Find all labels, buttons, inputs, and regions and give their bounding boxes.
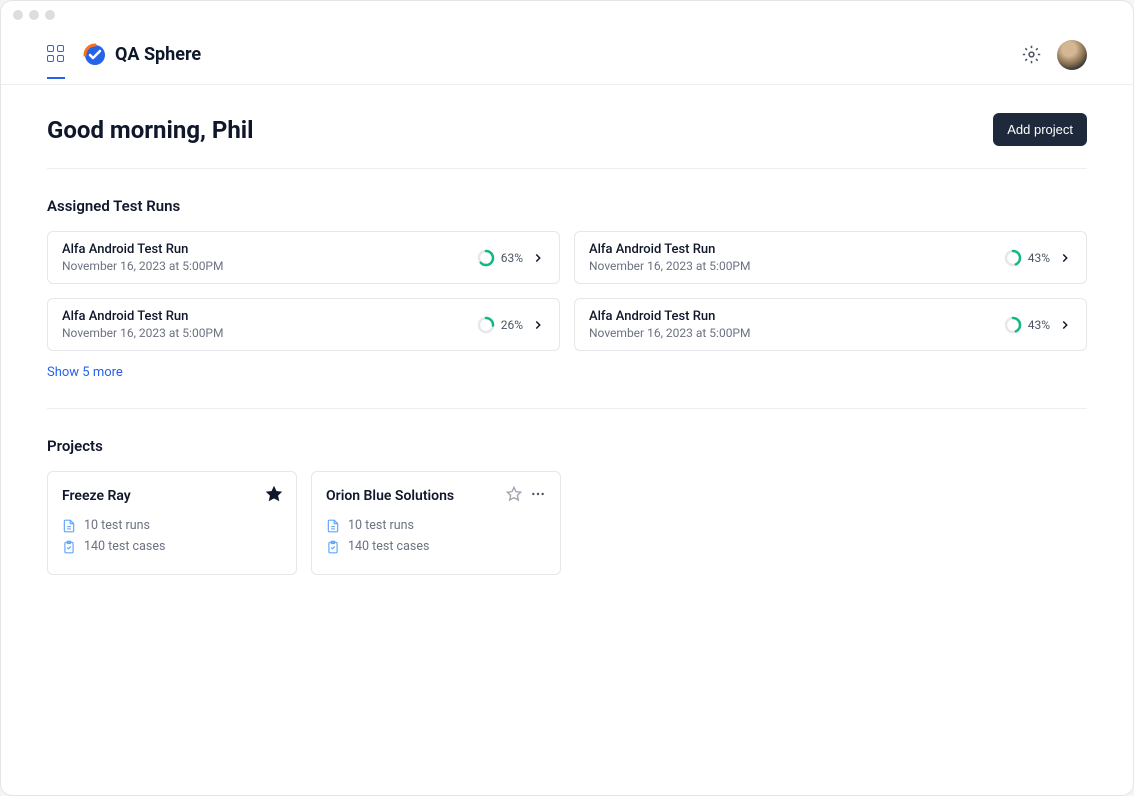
chevron-right-icon — [1058, 318, 1072, 332]
run-info: Alfa Android Test Run November 16, 2023 … — [62, 309, 477, 340]
clipboard-icon — [62, 540, 76, 554]
progress-ring-icon — [1004, 316, 1022, 334]
project-runs-stat: 10 test runs — [62, 518, 282, 533]
star-button[interactable] — [506, 486, 522, 506]
chevron-right-icon — [531, 318, 545, 332]
user-avatar[interactable] — [1057, 40, 1087, 70]
run-date: November 16, 2023 at 5:00PM — [62, 326, 477, 340]
test-run-card[interactable]: Alfa Android Test Run November 16, 2023 … — [574, 231, 1087, 284]
run-progress-percent: 43% — [1028, 251, 1050, 265]
run-info: Alfa Android Test Run November 16, 2023 … — [589, 242, 1004, 273]
logo-icon — [83, 43, 107, 67]
progress-ring-icon — [477, 316, 495, 334]
project-card[interactable]: Freeze Ray 10 test runs 140 test cases — [47, 471, 297, 575]
chevron-right-icon — [1058, 251, 1072, 265]
star-icon — [506, 486, 522, 502]
run-progress-percent: 43% — [1028, 318, 1050, 332]
run-progress-percent: 26% — [501, 318, 523, 332]
brand-logo[interactable]: QA Sphere — [83, 43, 201, 81]
run-date: November 16, 2023 at 5:00PM — [62, 259, 477, 273]
run-name: Alfa Android Test Run — [62, 309, 477, 324]
project-card[interactable]: Orion Blue Solutions 10 test runs 140 te… — [311, 471, 561, 575]
test-run-card[interactable]: Alfa Android Test Run November 16, 2023 … — [574, 298, 1087, 351]
project-cases-text: 140 test cases — [348, 539, 429, 554]
brand-name: QA Sphere — [115, 44, 201, 65]
run-name: Alfa Android Test Run — [589, 242, 1004, 257]
run-info: Alfa Android Test Run November 16, 2023 … — [589, 309, 1004, 340]
clipboard-icon — [326, 540, 340, 554]
run-date: November 16, 2023 at 5:00PM — [589, 259, 1004, 273]
add-project-button[interactable]: Add project — [993, 113, 1087, 146]
show-more-link[interactable]: Show 5 more — [47, 365, 123, 380]
test-run-card[interactable]: Alfa Android Test Run November 16, 2023 … — [47, 298, 560, 351]
settings-button[interactable] — [1013, 37, 1049, 73]
progress-ring-icon — [1004, 249, 1022, 267]
project-name: Orion Blue Solutions — [326, 488, 506, 504]
section-title-runs: Assigned Test Runs — [47, 197, 1087, 215]
run-name: Alfa Android Test Run — [62, 242, 477, 257]
chevron-right-icon — [531, 251, 545, 265]
ellipsis-icon — [530, 486, 546, 502]
top-navigation: QA Sphere — [1, 29, 1133, 85]
test-run-card[interactable]: Alfa Android Test Run November 16, 2023 … — [47, 231, 560, 284]
document-icon — [326, 519, 340, 533]
project-cases-stat: 140 test cases — [62, 539, 282, 554]
traffic-light-maximize[interactable] — [45, 10, 55, 20]
section-divider — [47, 408, 1087, 409]
project-cases-text: 140 test cases — [84, 539, 165, 554]
project-runs-text: 10 test runs — [348, 518, 414, 533]
run-name: Alfa Android Test Run — [589, 309, 1004, 324]
section-title-projects: Projects — [47, 437, 1087, 455]
project-runs-stat: 10 test runs — [326, 518, 546, 533]
gear-icon — [1022, 45, 1041, 64]
page-header: Good morning, Phil Add project — [47, 113, 1087, 169]
assigned-test-runs-section: Assigned Test Runs Alfa Android Test Run… — [47, 197, 1087, 380]
project-name: Freeze Ray — [62, 488, 266, 504]
page-title: Good morning, Phil — [47, 116, 254, 144]
star-icon — [266, 486, 282, 502]
traffic-light-minimize[interactable] — [29, 10, 39, 20]
window-titlebar — [1, 1, 1133, 29]
document-icon — [62, 519, 76, 533]
apps-icon[interactable] — [47, 45, 65, 79]
progress-ring-icon — [477, 249, 495, 267]
traffic-light-close[interactable] — [13, 10, 23, 20]
run-date: November 16, 2023 at 5:00PM — [589, 326, 1004, 340]
run-progress-percent: 63% — [501, 251, 523, 265]
project-runs-text: 10 test runs — [84, 518, 150, 533]
projects-section: Projects Freeze Ray 10 test runs 140 tes… — [47, 437, 1087, 575]
project-more-button[interactable] — [530, 486, 546, 506]
star-button[interactable] — [266, 486, 282, 506]
run-info: Alfa Android Test Run November 16, 2023 … — [62, 242, 477, 273]
project-cases-stat: 140 test cases — [326, 539, 546, 554]
